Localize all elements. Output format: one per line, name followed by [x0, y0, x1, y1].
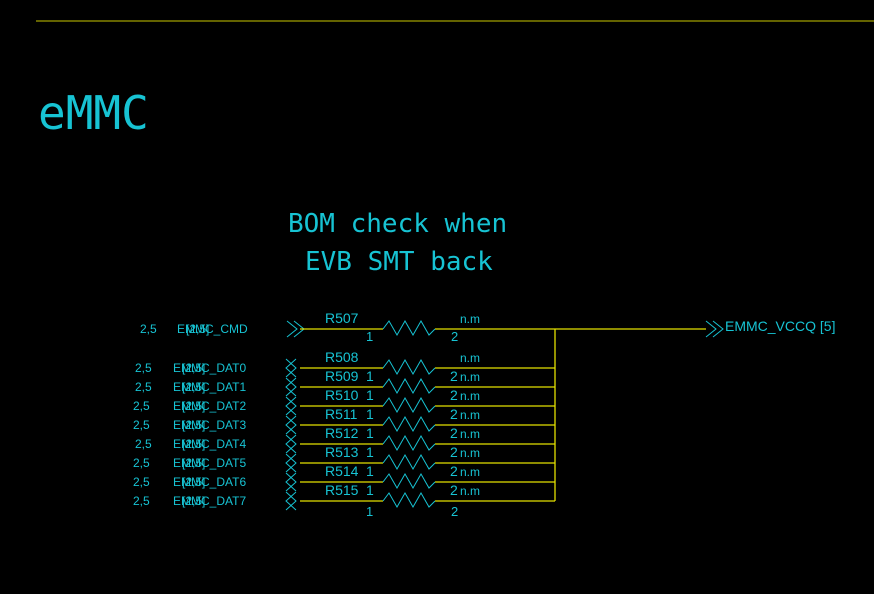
resistor-r513-icon — [382, 453, 436, 471]
pin-2-label: 2 — [450, 406, 458, 422]
net-page-ref: 2,5 — [133, 399, 150, 413]
bidirectional-connector-icon — [285, 453, 297, 473]
resistor-ref: R512 — [325, 425, 359, 441]
pin-2-label: 2 — [450, 482, 458, 498]
resistor-ref-suffix: 1 — [366, 406, 374, 422]
bidirectional-connector-icon — [285, 358, 297, 378]
resistor-ref: R510 — [325, 387, 359, 403]
resistor-ref-suffix: 1 — [366, 463, 374, 479]
pin-2-label: 2 — [451, 329, 458, 344]
net-name-overprint: [2,5] — [182, 418, 205, 432]
resistor-value: n.m — [460, 408, 480, 422]
resistor-ref: R508 — [325, 349, 359, 365]
schematic-diagram: EMMC_VCCQ [5]2,5 EMMC_CMD[2,5]R507 n.m2,5 E… — [36, 20, 874, 519]
resistor-ref: R509 — [325, 368, 359, 384]
net-page-ref: 2,5 — [133, 494, 150, 508]
pin-2-label: 2 — [450, 425, 458, 441]
resistor-ref: R515 — [325, 482, 359, 498]
resistor-value: n.m — [460, 446, 480, 460]
resistor-r510-icon — [382, 396, 436, 414]
bidirectional-connector-icon — [285, 434, 297, 454]
pin-2-label: 2 — [450, 387, 458, 403]
net-page-ref: 2,5 — [135, 361, 152, 375]
resistor-ref: R514 — [325, 463, 359, 479]
output-connector-icon — [705, 320, 724, 338]
resistor-ref-suffix: 1 — [366, 425, 374, 441]
output-net-label: EMMC_VCCQ [5] — [725, 318, 835, 334]
resistor-value: n.m — [460, 389, 480, 403]
bidirectional-connector-icon — [285, 472, 297, 492]
bidirectional-connector-icon — [285, 396, 297, 416]
net-name-overprint: [2,5] — [186, 322, 209, 336]
schematic-canvas: eMMC BOM check when EVB SMT back EMMC_VC… — [0, 0, 874, 594]
resistor-r508-icon — [382, 358, 436, 376]
net-page-ref: 2,5 — [133, 475, 150, 489]
net-page-ref: 2,5 — [135, 380, 152, 394]
pin-2-label: 2 — [450, 444, 458, 460]
resistor-ref-suffix: 1 — [366, 444, 374, 460]
pin-2-label: 2 — [450, 368, 458, 384]
resistor-value: n.m — [460, 370, 480, 384]
resistor-ref: R511 — [325, 406, 358, 422]
net-name-overprint: [2,5] — [182, 494, 205, 508]
net-page-ref: 2,5 — [133, 418, 150, 432]
resistor-r509-icon — [382, 377, 436, 395]
pin-1-label: 1 — [366, 329, 373, 344]
resistor-ref: R507 — [325, 310, 359, 326]
net-name-overprint: [2,5] — [182, 456, 205, 470]
net-page-ref: 2,5 — [140, 322, 157, 336]
pin-1-label: 1 — [366, 504, 373, 519]
resistor-ref: R513 — [325, 444, 359, 460]
net-name-overprint: [2,5] — [182, 437, 205, 451]
resistor-r512-icon — [382, 434, 436, 452]
resistor-ref-suffix: 1 — [366, 482, 374, 498]
resistor-value: n.m — [460, 351, 480, 365]
resistor-ref-suffix: 1 — [366, 387, 374, 403]
pin-2-label: 2 — [451, 504, 458, 519]
net-page-ref: 2,5 — [135, 437, 152, 451]
resistor-r515-icon — [382, 491, 436, 509]
pin-2-label: 2 — [450, 463, 458, 479]
net-name-overprint: [2,5] — [182, 380, 205, 394]
net-name-overprint: [2,5] — [182, 399, 205, 413]
resistor-value: n.m — [460, 312, 480, 326]
resistor-r511-icon — [382, 415, 436, 433]
bidirectional-connector-icon — [285, 491, 297, 511]
net-name-overprint: [2,5] — [182, 475, 205, 489]
bidirectional-connector-icon — [285, 377, 297, 397]
net-name-overprint: [2,5] — [182, 361, 205, 375]
resistor-r514-icon — [382, 472, 436, 490]
resistor-value: n.m — [460, 427, 480, 441]
net-page-ref: 2,5 — [133, 456, 150, 470]
resistor-r507-icon — [382, 319, 436, 337]
resistor-value: n.m — [460, 484, 480, 498]
bidirectional-connector-icon — [285, 415, 297, 435]
resistor-ref-suffix: 1 — [366, 368, 374, 384]
resistor-value: n.m — [460, 465, 480, 479]
